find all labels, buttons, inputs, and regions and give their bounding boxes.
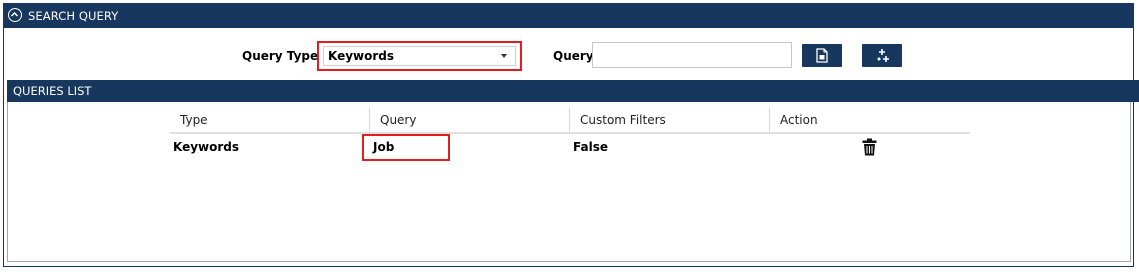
document-button[interactable] — [802, 44, 842, 67]
search-query-title: SEARCH QUERY — [28, 9, 119, 23]
column-separator — [369, 108, 370, 132]
trash-icon[interactable] — [862, 138, 877, 156]
column-separator — [769, 108, 770, 132]
queries-list-title: QUERIES LIST — [13, 84, 92, 98]
query-cell-highlight — [362, 134, 450, 161]
column-header-query[interactable]: Query — [380, 113, 416, 127]
query-type-label: Query Type — [242, 49, 319, 63]
column-separator — [569, 108, 570, 132]
query-input[interactable] — [592, 42, 792, 68]
query-type-select[interactable]: Keywords — [323, 46, 516, 66]
query-label: Query — [553, 49, 594, 63]
collapse-chevron-up-icon[interactable] — [8, 8, 22, 22]
column-header-action[interactable]: Action — [780, 113, 818, 127]
add-icon — [877, 49, 889, 62]
queries-table: Type Query Custom Filters Action Keyword… — [170, 108, 970, 164]
column-header-type[interactable]: Type — [180, 113, 208, 127]
cell-custom-filters: False — [573, 140, 608, 154]
table-row[interactable]: Keywords Job False — [170, 134, 970, 164]
cell-type: Keywords — [173, 140, 240, 154]
query-type-highlight: Keywords — [317, 41, 522, 71]
chevron-down-icon[interactable] — [501, 54, 507, 58]
document-icon — [816, 48, 828, 63]
add-query-button[interactable] — [862, 44, 902, 67]
column-header-custom-filters[interactable]: Custom Filters — [580, 113, 666, 127]
queries-list-header: QUERIES LIST — [7, 80, 1139, 102]
query-type-value: Keywords — [328, 49, 395, 63]
table-header-row: Type Query Custom Filters Action — [170, 108, 970, 134]
search-query-header: SEARCH QUERY — [4, 4, 1133, 28]
